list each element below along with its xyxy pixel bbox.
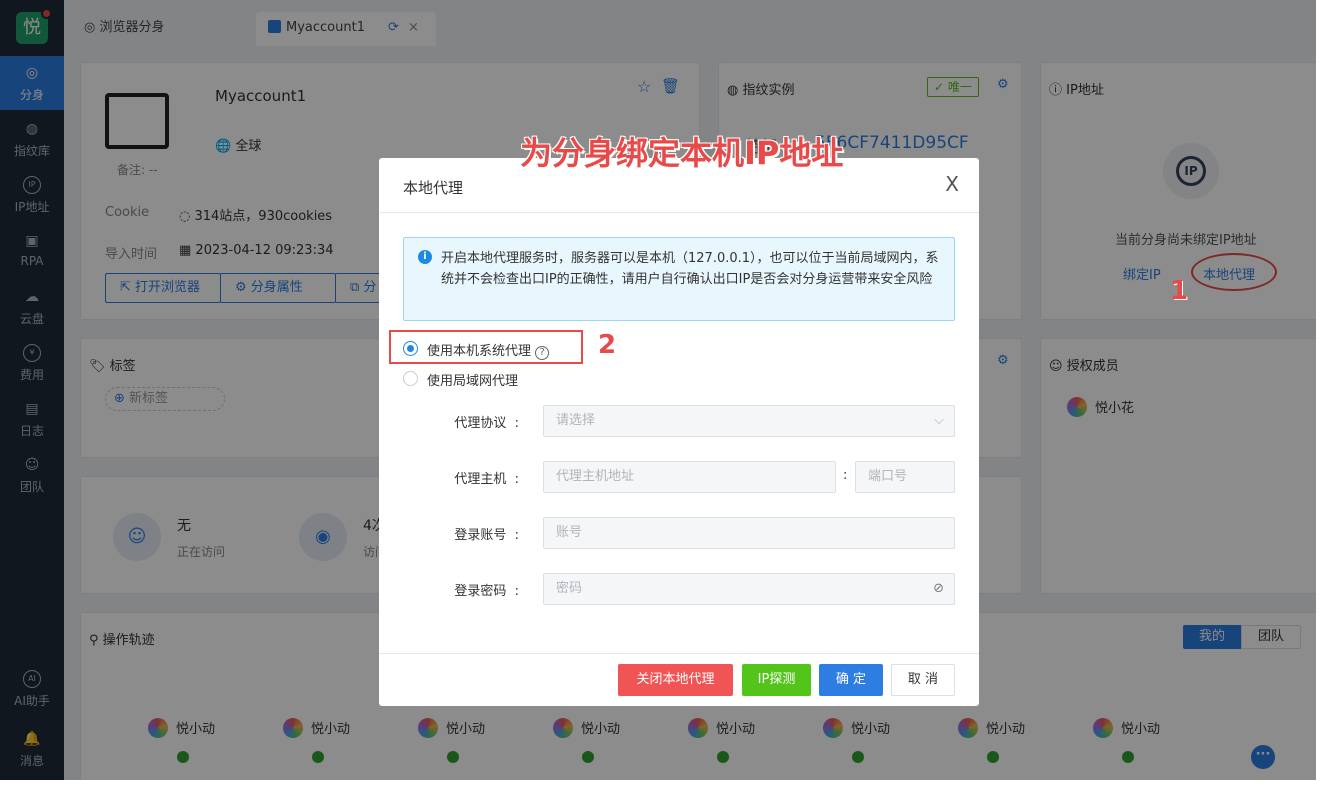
label-text: 代理主机 [454,472,507,487]
label-text: 代理协议 [454,416,507,431]
placeholder-text: 密码 [556,581,583,596]
info-notice: i 开启本地代理服务时，服务器可以是本机（127.0.0.1），也可以位于当前局… [403,237,955,321]
local-proxy-dialog: 本地代理 X i 开启本地代理服务时，服务器可以是本机（127.0.0.1），也… [379,158,979,706]
password-label: 登录密码 : [454,584,519,599]
chevron-down-icon: ⌵ [934,413,944,428]
lan-proxy-radio[interactable] [403,371,418,386]
cancel-button[interactable]: 取 消 [891,664,955,696]
local-system-proxy-label[interactable]: 使用本机系统代理 ? [427,340,550,360]
protocol-select[interactable]: 请选择 ⌵ [543,405,955,437]
eye-off-icon[interactable]: ⊘ [933,574,944,604]
divider [379,212,979,213]
placeholder-text: 请选择 [556,413,596,428]
protocol-label: 代理协议 : [454,416,519,431]
annotation-number: 2 [598,330,617,360]
account-input[interactable]: 账号 [543,517,955,549]
dialog-title: 本地代理 [403,179,464,197]
placeholder-text: 账号 [556,525,583,540]
help-icon[interactable]: ? [535,346,550,360]
local-system-proxy-radio[interactable] [403,341,418,356]
close-local-proxy-button[interactable]: 关闭本地代理 [618,664,733,696]
ip-probe-button[interactable]: IP探测 [742,664,811,696]
info-icon: i [418,250,432,264]
app-window: 悦 ◎ 分身 ◍ 指纹库 IP IP地址 ▣ RPA ☁ 云盘 ¥ 费用 ▤ 日志 ☺ 团队 A… [0,0,1316,780]
host-input[interactable]: 代理主机地址 [543,461,836,493]
lan-proxy-label[interactable]: 使用局域网代理 [427,370,518,389]
confirm-button[interactable]: 确 定 [819,664,883,696]
placeholder-text: 端口号 [868,469,908,484]
notice-text: 开启本地代理服务时，服务器可以是本机（127.0.0.1），也可以位于当前局域网… [441,251,939,287]
annotation-number: 1 [1170,276,1189,306]
option-text: 使用本机系统代理 [427,344,532,359]
password-input[interactable]: 密码 ⊘ [543,573,955,605]
close-icon[interactable]: X [945,172,959,196]
port-separator: : [843,468,848,483]
annotation-title: 为分身绑定本机IP地址 [520,134,844,172]
placeholder-text: 代理主机地址 [556,469,635,484]
port-input[interactable]: 端口号 [855,461,955,493]
label-text: 登录密码 [454,584,507,599]
account-label: 登录账号 : [454,528,519,543]
host-label: 代理主机 : [454,472,519,487]
label-text: 登录账号 [454,528,507,543]
divider [379,653,979,654]
